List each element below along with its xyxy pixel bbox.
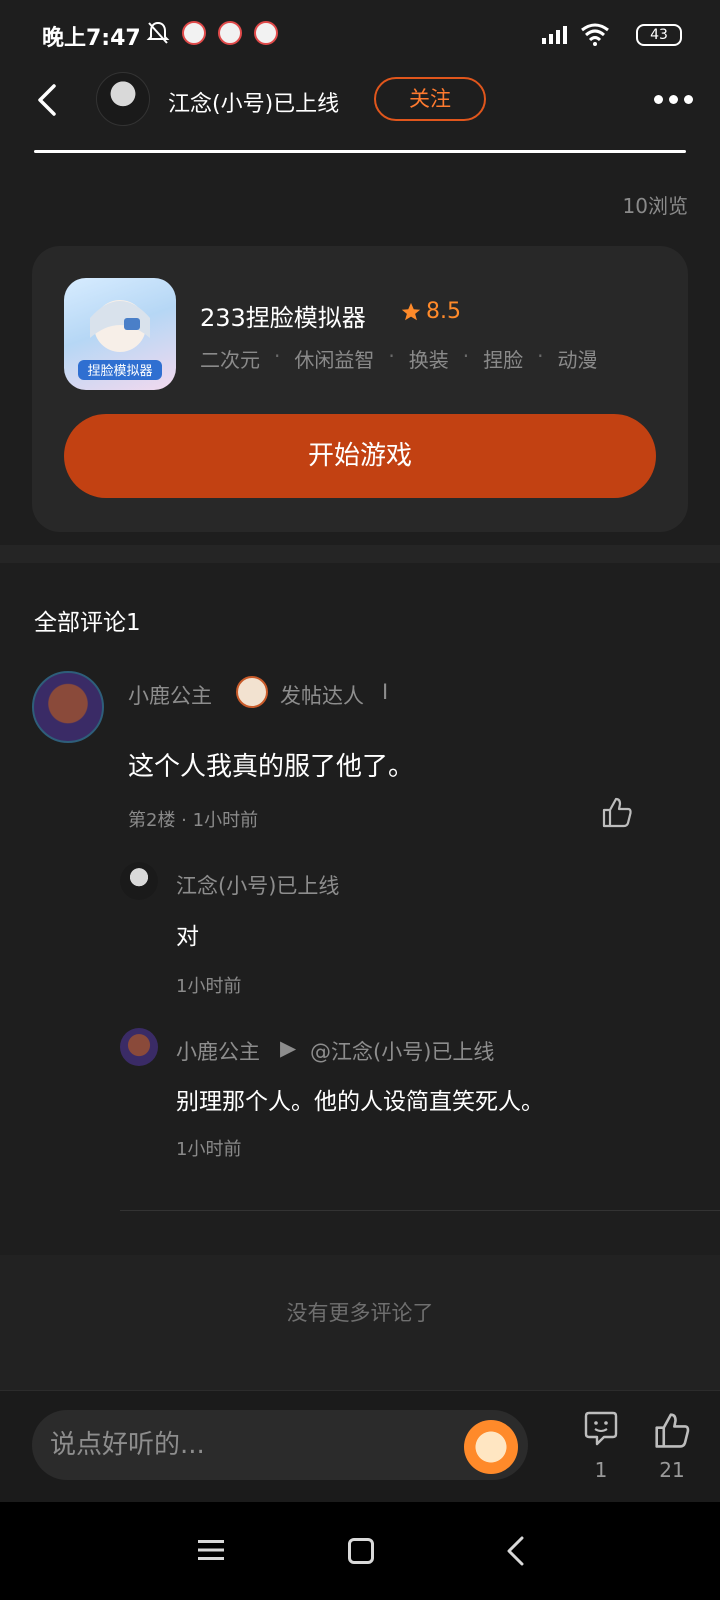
game-tag: 休闲益智 [294,348,375,372]
badge-icon [236,676,268,708]
status-icons [146,20,278,46]
menu-icon[interactable] [198,1538,224,1562]
wifi-icon [581,23,609,46]
content-divider [34,150,686,153]
game-artwork-icon: 捏脸模拟器 [78,300,162,380]
reply-avatar[interactable] [120,1028,158,1066]
tag-separator: · [388,344,395,368]
view-count: 10浏览 [622,194,688,218]
tag-separator: · [274,344,281,368]
comment-input[interactable]: 说点好听的... [32,1410,528,1480]
author-avatar[interactable] [96,72,150,126]
game-tags: 二次元 · 休闲益智 · 换装 · 捏脸 · 动漫 [200,344,597,373]
rating-value: 8.5 [426,299,461,324]
comment-text: 这个人我真的服了他了。 [128,752,415,782]
more-options-icon[interactable] [648,84,698,114]
svg-text:捏脸模拟器: 捏脸模拟器 [87,364,152,379]
game-tag: 换装 [408,348,449,372]
thread-divider [120,1210,720,1211]
comment-bubble-icon[interactable] [582,1410,620,1448]
signal-icon [542,26,567,44]
game-tag: 二次元 [200,348,260,372]
game-rating: 8.5 [400,299,461,324]
reply-text: 对 [176,924,199,950]
thumbs-up-icon[interactable] [600,795,634,829]
reply-mention[interactable]: @江念(小号)已上线 [310,1036,494,1066]
reply-meta: 1小时前 [176,1139,242,1160]
start-game-button[interactable]: 开始游戏 [64,414,656,498]
like-count: 21 [659,1458,685,1482]
notification-app-icon [254,21,278,45]
comment-meta: 第2楼 · 1小时前 [128,810,259,831]
commenter-avatar[interactable] [32,671,104,743]
game-title[interactable]: 233捏脸模拟器 [200,298,366,333]
star-icon [401,302,421,320]
game-tag: 动漫 [557,348,598,372]
status-time: 晚上7:47 [42,26,141,51]
no-more-comments: 没有更多评论了 [286,1301,434,1325]
bell-off-icon [146,21,170,44]
section-separator [0,545,720,563]
reply-author[interactable]: 江念(小号)已上线 [176,870,339,900]
game-app-icon[interactable]: 捏脸模拟器 [64,278,176,390]
reply-meta: 1小时前 [176,976,242,997]
commenter-name[interactable]: 小鹿公主 [128,680,212,710]
emoji-icon[interactable] [464,1420,518,1474]
comments-header: 全部评论1 [34,610,141,636]
reply-arrow-icon: ▶ [280,1036,297,1060]
game-tag: 捏脸 [483,348,524,372]
thumbs-up-icon[interactable] [652,1410,692,1450]
reply-author[interactable]: 小鹿公主 [176,1036,260,1066]
follow-button[interactable]: 关注 [374,77,486,121]
notification-app-icon [182,21,206,45]
nav-back-icon[interactable] [504,1536,526,1566]
notification-app-icon [218,21,242,45]
badge-level: I [382,680,389,704]
tag-separator: · [537,344,544,368]
author-name[interactable]: 江念(小号)已上线 [168,86,339,118]
badge-label: 发帖达人 [280,684,364,708]
reply-avatar[interactable] [120,862,158,900]
back-arrow-icon[interactable] [30,82,66,118]
reply-text: 别理那个人。他的人设简直笑死人。 [176,1089,544,1115]
comment-count: 1 [594,1458,608,1482]
home-icon[interactable] [348,1538,374,1564]
tag-separator: · [462,344,470,368]
battery-indicator: 43 [636,24,682,46]
